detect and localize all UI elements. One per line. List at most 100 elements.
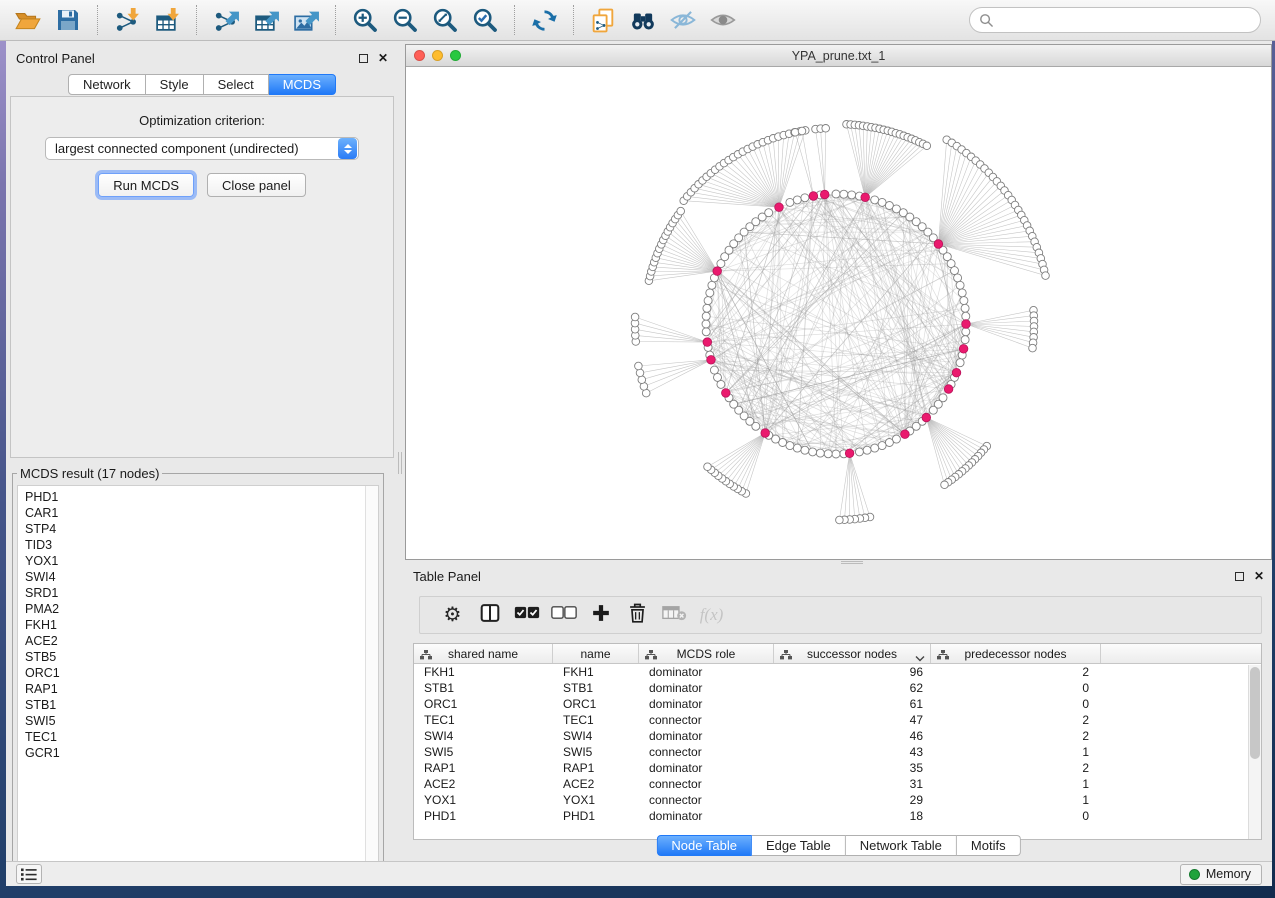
cell-name[interactable]: FKH1 (553, 665, 639, 679)
cell-MCDS-role[interactable]: dominator (639, 681, 774, 695)
cell-successor-nodes[interactable]: 61 (774, 697, 931, 711)
cell-shared-name[interactable]: FKH1 (414, 665, 553, 679)
network-node[interactable] (848, 191, 856, 199)
network-canvas[interactable] (406, 67, 1271, 559)
split-columns-button[interactable] (471, 600, 508, 630)
network-node[interactable] (951, 267, 959, 275)
tab-network[interactable]: Network (68, 74, 146, 95)
zoom-selected-button[interactable] (465, 3, 505, 37)
tab-network-table[interactable]: Network Table (846, 835, 957, 856)
network-node[interactable] (636, 369, 644, 377)
network-node[interactable] (961, 304, 969, 312)
cell-shared-name[interactable]: YOX1 (414, 793, 553, 807)
network-node[interactable] (816, 449, 824, 457)
network-node[interactable] (801, 194, 809, 202)
mcds-result-item[interactable]: YOX1 (25, 553, 378, 569)
table-row[interactable]: STB1STB1dominator620 (414, 680, 1261, 696)
network-node[interactable] (941, 481, 949, 489)
delete-row-button[interactable] (619, 600, 656, 630)
mcds-dominator-node[interactable] (962, 320, 971, 329)
mcds-dominator-node[interactable] (820, 190, 829, 199)
cell-MCDS-role[interactable]: connector (639, 713, 774, 727)
refresh-button[interactable] (524, 3, 564, 37)
vertical-splitter[interactable] (396, 48, 405, 858)
network-node[interactable] (702, 312, 710, 320)
cell-successor-nodes[interactable]: 62 (774, 681, 931, 695)
network-node[interactable] (801, 446, 809, 454)
cell-successor-nodes[interactable]: 43 (774, 745, 931, 759)
cell-predecessor-nodes[interactable]: 1 (931, 777, 1101, 791)
task-history-button[interactable] (16, 864, 42, 884)
cell-name[interactable]: YOX1 (553, 793, 639, 807)
network-node[interactable] (836, 516, 844, 524)
network-node[interactable] (958, 289, 966, 297)
network-node[interactable] (765, 209, 773, 217)
tab-node-table[interactable]: Node Table (656, 835, 752, 856)
cell-predecessor-nodes[interactable]: 1 (931, 745, 1101, 759)
close-panel-button[interactable]: Close panel (207, 173, 306, 197)
table-scrollbar-thumb[interactable] (1250, 667, 1260, 759)
network-node[interactable] (702, 328, 710, 336)
cell-successor-nodes[interactable]: 29 (774, 793, 931, 807)
cell-shared-name[interactable]: TEC1 (414, 713, 553, 727)
mcds-dominator-node[interactable] (944, 385, 953, 394)
mcds-list-scrollbar[interactable] (365, 486, 378, 870)
table-row[interactable]: SWI5SWI5connector431 (414, 744, 1261, 760)
network-node[interactable] (871, 196, 879, 204)
network-node[interactable] (832, 450, 840, 458)
mcds-result-item[interactable]: STB1 (25, 697, 378, 713)
network-node[interactable] (956, 359, 964, 367)
network-node[interactable] (962, 328, 970, 336)
mcds-dominator-node[interactable] (707, 356, 716, 365)
tab-select[interactable]: Select (204, 74, 269, 95)
network-node[interactable] (962, 312, 970, 320)
cell-MCDS-role[interactable]: dominator (639, 729, 774, 743)
mcds-dominator-node[interactable] (922, 413, 931, 422)
zoom-fit-button[interactable] (425, 3, 465, 37)
mcds-dominator-node[interactable] (934, 240, 943, 249)
export-network-button[interactable] (206, 3, 246, 37)
network-node[interactable] (786, 442, 794, 450)
network-node[interactable] (677, 207, 685, 215)
import-table-button[interactable] (147, 3, 187, 37)
cell-MCDS-role[interactable]: dominator (639, 761, 774, 775)
column-header-MCDS-role[interactable]: MCDS role (639, 644, 774, 663)
network-node[interactable] (961, 336, 969, 344)
network-node[interactable] (840, 190, 848, 198)
mcds-dominator-node[interactable] (809, 192, 818, 201)
mcds-dominator-node[interactable] (901, 430, 910, 439)
mcds-result-item[interactable]: ACE2 (25, 633, 378, 649)
mcds-result-item[interactable]: STP4 (25, 521, 378, 537)
table-row[interactable]: FKH1FKH1dominator962 (414, 664, 1261, 680)
mcds-dominator-node[interactable] (713, 267, 722, 276)
table-scrollbar[interactable] (1248, 665, 1261, 839)
mcds-result-item[interactable]: CAR1 (25, 505, 378, 521)
mcds-result-item[interactable]: PHD1 (25, 489, 378, 505)
mcds-result-item[interactable]: TID3 (25, 537, 378, 553)
import-network-button[interactable] (107, 3, 147, 37)
cell-predecessor-nodes[interactable]: 0 (931, 681, 1101, 695)
mcds-dominator-node[interactable] (722, 389, 731, 398)
column-header-name[interactable]: name (553, 644, 639, 663)
mcds-result-item[interactable]: SWI5 (25, 713, 378, 729)
network-node[interactable] (878, 442, 886, 450)
tab-edge-table[interactable]: Edge Table (752, 835, 846, 856)
network-node[interactable] (793, 444, 801, 452)
mcds-result-item[interactable]: SRD1 (25, 585, 378, 601)
cell-predecessor-nodes[interactable]: 2 (931, 761, 1101, 775)
cell-shared-name[interactable]: SWI5 (414, 745, 553, 759)
open-folder-button[interactable] (8, 3, 48, 37)
cell-MCDS-role[interactable]: dominator (639, 809, 774, 823)
close-panel-icon[interactable]: ✕ (1254, 570, 1264, 582)
cell-MCDS-role[interactable]: connector (639, 745, 774, 759)
zoom-in-button[interactable] (345, 3, 385, 37)
column-header-shared-name[interactable]: shared name (414, 644, 553, 663)
network-node[interactable] (786, 198, 794, 206)
cell-name[interactable]: SWI4 (553, 729, 639, 743)
network-node[interactable] (809, 448, 817, 456)
float-panel-icon[interactable] (359, 54, 368, 63)
mcds-dominator-node[interactable] (959, 345, 968, 354)
mcds-result-item[interactable]: SWI4 (25, 569, 378, 585)
network-node[interactable] (798, 127, 806, 135)
cell-predecessor-nodes[interactable]: 2 (931, 729, 1101, 743)
